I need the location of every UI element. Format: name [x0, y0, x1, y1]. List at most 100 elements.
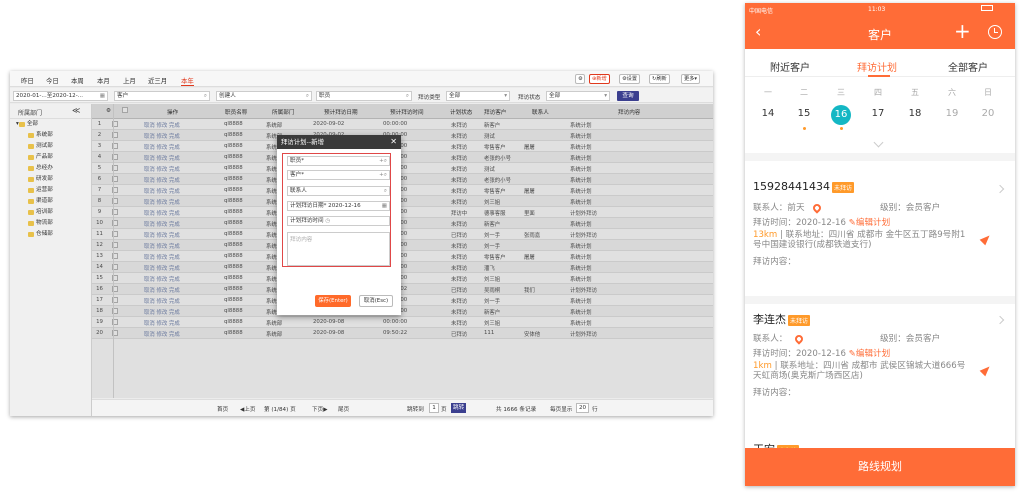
- tab-this-month[interactable]: 本月: [97, 76, 110, 85]
- tree-item[interactable]: 系统部: [10, 130, 91, 141]
- chevron-right-icon: [995, 184, 1005, 194]
- refresh-button[interactable]: ↻刷新: [649, 74, 670, 84]
- add-search-icon[interactable]: +⌕: [379, 171, 387, 179]
- phone-icon[interactable]: [793, 333, 805, 345]
- customer-name-text: 15928441434: [753, 180, 830, 193]
- tree-item-label: 渠道部: [36, 198, 53, 204]
- tree-root-label: 全部: [26, 121, 39, 127]
- collapse-icon[interactable]: ≪: [72, 106, 80, 115]
- per-page-label: 每页显示: [550, 407, 573, 413]
- customer-card[interactable]: 15928441434 未拜访 联系人：前天 级别：会员客户 拜访时间：2020-…: [745, 180, 1015, 298]
- last-page-button[interactable]: 尾页: [338, 405, 349, 413]
- tab-last-3-months[interactable]: 近三月: [148, 76, 167, 85]
- tab-today[interactable]: 今日: [46, 76, 59, 85]
- address-text: | 联系地址：四川省 成都市 武侯区锦城大道666号天虹商场(奥克斯广场西区店): [753, 361, 966, 381]
- folder-icon: [18, 122, 25, 127]
- tree-item-label: 系统部: [36, 132, 53, 138]
- calendar-day[interactable]: 18: [905, 108, 925, 119]
- jump-page-input[interactable]: 1: [429, 403, 439, 413]
- settings-button[interactable]: ⚙设置: [619, 74, 641, 84]
- first-page-button[interactable]: 首页: [217, 405, 228, 413]
- prev-page-button[interactable]: ◀上页: [240, 405, 256, 413]
- search-icon: ⌕: [203, 93, 207, 99]
- tab-visit-plan[interactable]: 拜访计划: [857, 59, 897, 74]
- visit-content-textarea[interactable]: 拜访内容: [287, 232, 390, 266]
- tree-root[interactable]: ▾ 全部: [10, 119, 91, 130]
- phone-icon[interactable]: [811, 202, 823, 214]
- more-button[interactable]: 更多▾: [681, 74, 700, 84]
- more-button-label: 更多: [684, 76, 695, 82]
- tab-yesterday[interactable]: 昨日: [21, 76, 34, 85]
- tree-item[interactable]: 仓储部: [10, 229, 91, 240]
- navigate-icon[interactable]: [979, 363, 993, 377]
- tree-item-label: 产品部: [36, 154, 53, 160]
- record-count: 共 1666 条记录: [496, 407, 537, 413]
- calendar-day[interactable]: 20: [978, 108, 998, 119]
- has-plan-dot: [840, 127, 843, 130]
- plan-time-label: 计划拜访时间: [290, 218, 324, 224]
- clock-time: 11:03: [868, 6, 886, 13]
- date-range-value: 2020-01-...至2020-12-...: [16, 93, 84, 99]
- customer-card[interactable]: 李连杰 未拜访 联系人： 级别：会员客户 拜访时间：2020-12-16 ✎编辑计…: [745, 311, 1015, 429]
- edit-plan-link[interactable]: ✎编辑计划: [849, 218, 891, 228]
- history-icon[interactable]: [988, 25, 1002, 39]
- weekday-label: 五: [911, 88, 919, 97]
- add-button[interactable]: ⊕新增: [589, 74, 610, 84]
- weekday-label: 二: [800, 88, 808, 97]
- save-button[interactable]: 保存(Enter): [315, 295, 351, 307]
- plan-time-field[interactable]: 计划拜访时间 ◷: [287, 216, 390, 226]
- calendar-day[interactable]: 14: [758, 108, 778, 119]
- calendar-day[interactable]: 15: [794, 108, 814, 119]
- staff-filter[interactable]: 职员 ⌕: [316, 91, 412, 101]
- tree-item-label: 运营部: [36, 187, 53, 193]
- status-badge: 未拜访: [831, 181, 854, 193]
- has-plan-dot: [803, 127, 806, 130]
- tree-item[interactable]: 总经办: [10, 163, 91, 174]
- expand-calendar-icon[interactable]: [873, 137, 884, 148]
- cancel-button[interactable]: 取消(Esc): [359, 295, 393, 307]
- query-button[interactable]: 查询: [617, 91, 639, 101]
- tab-last-month[interactable]: 上月: [123, 76, 136, 85]
- creator-filter-label: 创建人: [219, 93, 236, 99]
- creator-filter[interactable]: 创建人 ⌕: [216, 91, 312, 101]
- tree-item[interactable]: 运营部: [10, 185, 91, 196]
- visit-type-select[interactable]: 全部 ▾: [446, 91, 510, 101]
- search-icon: ⌕: [405, 93, 409, 99]
- calendar-day[interactable]: 17: [868, 108, 888, 119]
- add-icon[interactable]: +: [954, 19, 971, 43]
- tab-all[interactable]: 全部客户: [948, 59, 988, 74]
- pagination-bar: 首页 ◀上页 第 (1/84) 页 下页▶ 尾页 跳转到 1 页 跳转 共 16…: [92, 399, 713, 416]
- per-page-select[interactable]: 20: [576, 403, 589, 413]
- plan-date-field[interactable]: 计划拜访日期* 2020-12-16 ▦: [287, 201, 390, 211]
- chevron-right-icon: [995, 315, 1005, 325]
- tab-this-year[interactable]: 本年: [181, 76, 194, 86]
- tree-item[interactable]: 渠道部: [10, 196, 91, 207]
- staff-field[interactable]: 职员* +⌕: [287, 156, 390, 166]
- contact-field[interactable]: 联系人 ⌕: [287, 186, 390, 196]
- visit-time-text: 拜访时间：2020-12-16: [753, 218, 846, 228]
- next-page-button[interactable]: 下页▶: [312, 405, 328, 413]
- edit-plan-link[interactable]: ✎编辑计划: [849, 349, 891, 359]
- tree-item-label: 测试部: [36, 143, 53, 149]
- add-search-icon[interactable]: +⌕: [379, 157, 387, 165]
- tree-item[interactable]: 研发部: [10, 174, 91, 185]
- close-icon[interactable]: ✕: [390, 135, 397, 149]
- plan-date-label: 计划拜访日期*: [290, 203, 327, 209]
- tree-item[interactable]: 测试部: [10, 141, 91, 152]
- visit-status-select[interactable]: 全部 ▾: [546, 91, 610, 101]
- calendar-day[interactable]: 19: [942, 108, 962, 119]
- jump-button[interactable]: 跳转: [451, 403, 467, 413]
- tab-nearby[interactable]: 附近客户: [770, 59, 810, 74]
- customer-filter[interactable]: 客户 ⌕: [114, 91, 210, 101]
- tree-item[interactable]: 产品部: [10, 152, 91, 163]
- tab-this-week[interactable]: 本周: [71, 76, 84, 85]
- date-range-input[interactable]: 2020-01-...至2020-12-... ▦: [13, 91, 108, 101]
- tree-item[interactable]: 物流部: [10, 218, 91, 229]
- tree-item[interactable]: 培训部: [10, 207, 91, 218]
- customer-field[interactable]: 客户* +⌕: [287, 170, 390, 180]
- customer-tabs: 附近客户 拜访计划 全部客户: [745, 49, 1015, 77]
- selected-day[interactable]: 16: [831, 105, 851, 125]
- route-planning-button[interactable]: 路线规划: [745, 448, 1015, 486]
- navigate-icon[interactable]: [979, 232, 993, 246]
- gear-icon[interactable]: ⚙: [575, 74, 585, 84]
